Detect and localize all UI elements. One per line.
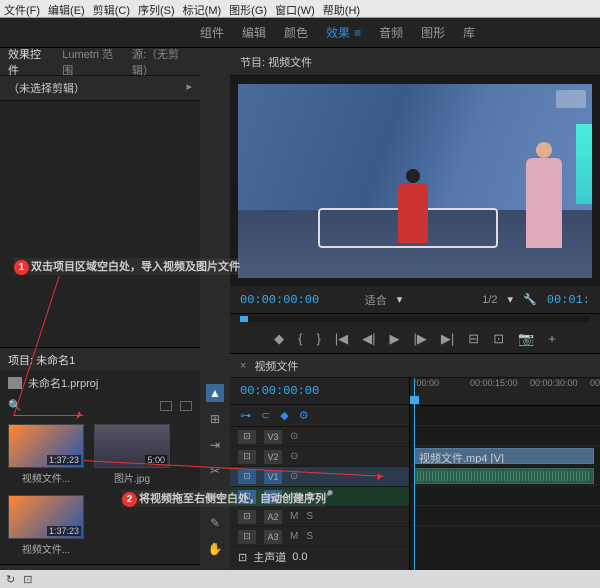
selection-tool[interactable]: ▲	[206, 384, 224, 402]
scrubber[interactable]	[240, 316, 590, 322]
track-a3[interactable]	[410, 506, 600, 526]
time-ruler[interactable]: :00:00 00:00:15:00 00:00:30:00 00:00:45:…	[410, 378, 600, 406]
menu-bar: 文件(F) 编辑(E) 剪辑(C) 序列(S) 标记(M) 图形(G) 窗口(W…	[0, 0, 600, 18]
tab-assembly[interactable]: 组件	[200, 24, 224, 41]
timeline-header: 视频文件	[230, 354, 600, 378]
pen-tool[interactable]: ✎	[206, 514, 224, 532]
timeline-tracks[interactable]: :00:00 00:00:15:00 00:00:30:00 00:00:45:…	[410, 378, 600, 588]
status-icon[interactable]: ↻	[6, 573, 15, 586]
duration-timecode: 00:01:	[547, 293, 590, 307]
step-back-icon[interactable]: ◀|	[362, 331, 375, 347]
tool-palette: ▲ ⊞ ⇥ ✂ ⟷ ✎ ✋ T	[200, 48, 230, 588]
track-header-v3[interactable]: ⊡V3⊙	[230, 427, 409, 447]
go-to-out-icon[interactable]: ▶|	[441, 331, 454, 347]
track-header-a3[interactable]: ⊡A3MS	[230, 527, 409, 547]
program-info-bar: 00:00:00:00 适合 ▾ 1/2 ▾ 🔧 00:01:	[230, 286, 600, 314]
timeline-timecode[interactable]: 00:00:00:00	[240, 384, 319, 398]
tab-library[interactable]: 库	[463, 24, 475, 41]
thumbnail: 1:37:23	[8, 495, 84, 539]
settings-icon[interactable]: ⚙	[299, 409, 309, 422]
video-clip[interactable]: 视频文件.mp4 [V]	[414, 448, 594, 464]
track-header-v2[interactable]: ⊡V2⊙	[230, 447, 409, 467]
clip-selector[interactable]: （未选择剪辑）	[0, 76, 200, 101]
track-v1[interactable]: 视频文件.mp4 [V]	[410, 446, 600, 466]
link-icon[interactable]: ⊂	[261, 409, 270, 422]
button-editor-icon[interactable]: +	[548, 331, 556, 346]
icon-view-icon[interactable]	[180, 401, 192, 411]
menu-clip[interactable]: 剪辑(C)	[93, 2, 130, 15]
audio-clip[interactable]	[414, 468, 594, 484]
effects-panel-tabs: 效果控件 Lumetri 范围 源:（无剪辑）	[0, 48, 200, 76]
track-a1[interactable]	[410, 466, 600, 486]
menu-help[interactable]: 帮助(H)	[323, 2, 360, 15]
zoom-dropdown[interactable]: 1/2	[482, 294, 497, 306]
transport-controls: ◆ { } |◀ ◀| ▶ |▶ ▶| ⊟ ⊡ 📷 +	[230, 324, 600, 354]
bin-item[interactable]: 5:00 图片.jpg	[94, 424, 170, 485]
tab-effect-controls[interactable]: 效果控件	[8, 46, 46, 78]
fit-dropdown[interactable]: 适合	[365, 292, 387, 308]
tab-color[interactable]: 颜色	[284, 24, 308, 41]
snap-icon[interactable]: ⊶	[240, 409, 251, 422]
status-bar: ↻ ⊡	[0, 570, 600, 588]
annotation-1: 1双击项目区域空白处，导入视频及图片文件	[14, 258, 240, 275]
tab-editing[interactable]: 编辑	[242, 24, 266, 41]
bin-item[interactable]: 1:37:23 视频文件...	[8, 424, 84, 485]
menu-graphic[interactable]: 图形(G)	[229, 2, 267, 15]
add-marker-icon[interactable]: ◆	[274, 331, 284, 347]
hand-tool[interactable]: ✋	[206, 540, 224, 558]
list-view-icon[interactable]	[160, 401, 172, 411]
playhead[interactable]	[414, 378, 415, 588]
menu-window[interactable]: 窗口(W)	[275, 2, 315, 15]
thumbnail: 1:37:23	[8, 424, 84, 468]
bin-item[interactable]: 1:37:23 视频文件...	[8, 495, 84, 556]
tab-audio[interactable]: 音频	[379, 24, 403, 41]
ripple-tool[interactable]: ⇥	[206, 436, 224, 454]
program-timecode[interactable]: 00:00:00:00	[240, 293, 319, 307]
sequence-title[interactable]: 视频文件	[254, 358, 298, 374]
annotation-2: 2将视频拖至右侧空白处，自动创建序列	[122, 490, 326, 507]
program-monitor[interactable]	[230, 76, 600, 286]
play-icon[interactable]: ▶	[390, 331, 400, 347]
mark-out-icon[interactable]: }	[316, 331, 320, 346]
folder-icon	[8, 377, 22, 389]
tab-effects[interactable]: 效果	[326, 24, 361, 41]
workspace-tabs: 组件 编辑 颜色 效果 音频 图形 库	[0, 18, 600, 48]
track-v3[interactable]	[410, 406, 600, 426]
razor-tool[interactable]: ✂	[206, 462, 224, 480]
export-frame-icon[interactable]: 📷	[518, 331, 534, 347]
track-header-a2[interactable]: ⊡A2MS	[230, 507, 409, 527]
program-header: 节目: 视频文件	[230, 48, 600, 76]
menu-mark[interactable]: 标记(M)	[183, 2, 222, 15]
track-v2[interactable]	[410, 426, 600, 446]
marker-icon[interactable]: ◆	[280, 409, 288, 422]
go-to-in-icon[interactable]: |◀	[335, 331, 348, 347]
step-forward-icon[interactable]: |▶	[414, 331, 427, 347]
wrench-icon[interactable]: 🔧	[523, 293, 537, 306]
program-title: 节目: 视频文件	[240, 54, 312, 70]
extract-icon[interactable]: ⊡	[493, 331, 504, 347]
track-select-tool[interactable]: ⊞	[206, 410, 224, 428]
tab-lumetri[interactable]: Lumetri 范围	[62, 46, 116, 78]
video-frame	[238, 84, 592, 278]
timeline-tools: ⊶ ⊂ ◆ ⚙	[230, 405, 409, 427]
tab-graphics[interactable]: 图形	[421, 24, 445, 41]
track-a2[interactable]	[410, 486, 600, 506]
tab-source[interactable]: 源:（无剪辑）	[132, 46, 192, 78]
menu-edit[interactable]: 编辑(E)	[48, 2, 85, 15]
timeline-track-headers: 00:00:00:00 ⊶ ⊂ ◆ ⚙ ⊡V3⊙ ⊡V2⊙ ⊡V1⊙ ⊡A1MS…	[230, 378, 410, 588]
menu-file[interactable]: 文件(F)	[4, 2, 40, 15]
menu-sequence[interactable]: 序列(S)	[138, 2, 175, 15]
status-icon[interactable]: ⊡	[23, 573, 32, 586]
lift-icon[interactable]: ⊟	[468, 331, 479, 347]
master-track: ⊡主声道0.0	[230, 547, 409, 567]
mark-in-icon[interactable]: {	[298, 331, 302, 346]
